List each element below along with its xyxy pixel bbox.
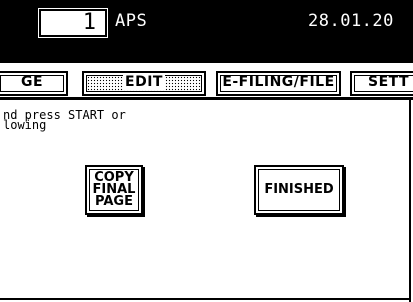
screen-frame-bottom [0, 298, 411, 300]
status-header: 1 APS 28.01.20 [0, 0, 413, 63]
tab-e-filing-file-label: E-FILING/FILE [222, 74, 335, 90]
tab-edit-label: EDIT [123, 74, 165, 90]
tab-settings[interactable]: SETT [350, 71, 413, 96]
paper-mode-label: APS [115, 11, 148, 31]
tab-divider [0, 97, 413, 100]
tab-e-filing-file[interactable]: E-FILING/FILE [216, 71, 341, 96]
screen-frame-right [409, 100, 411, 302]
finished-button-label: FINISHED [264, 182, 334, 197]
tab-page-label: GE [20, 74, 44, 90]
tab-page[interactable]: GE [0, 71, 68, 96]
copy-count-display: 1 [38, 8, 108, 38]
date-label: 28.01.20 [308, 11, 394, 31]
copy-final-page-label-line-3: PAGE [95, 194, 133, 209]
finished-button[interactable]: FINISHED [254, 165, 344, 215]
instruction-line-2: lowing [3, 118, 47, 132]
copy-final-page-button[interactable]: COPY FINAL PAGE [85, 165, 143, 215]
tab-edit[interactable]: EDIT [82, 71, 206, 96]
instruction-message: nd press START or lowing [3, 109, 126, 132]
tab-settings-label: SETT [368, 74, 410, 90]
